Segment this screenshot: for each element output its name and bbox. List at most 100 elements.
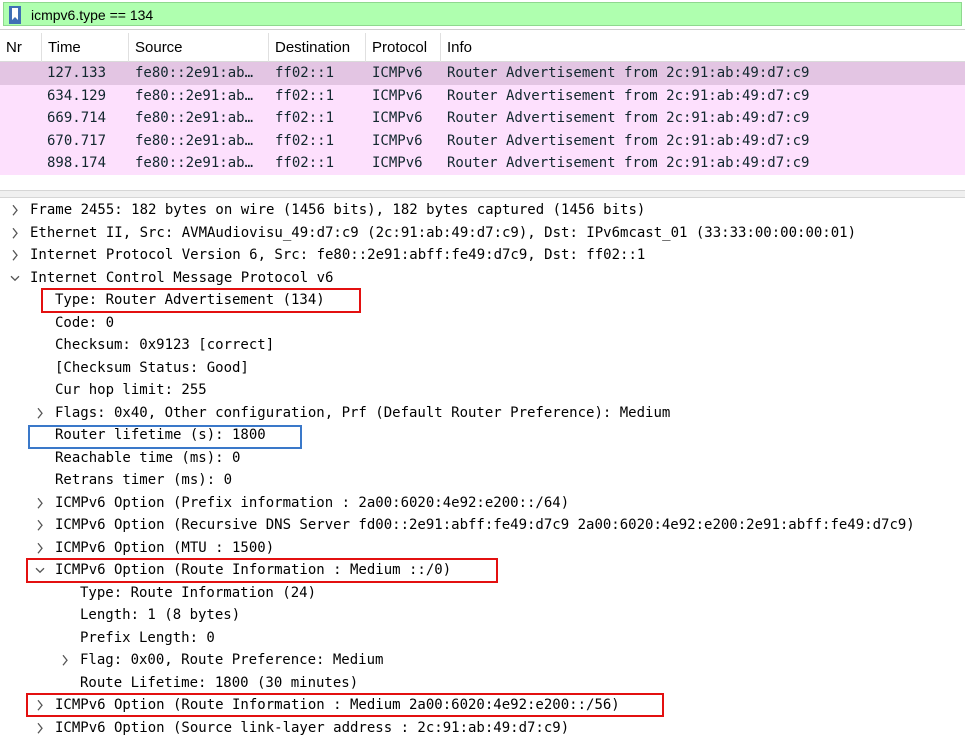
detail-row[interactable]: ICMPv6 Option (Prefix information : 2a00…	[0, 492, 965, 515]
packet-cell-protocol: ICMPv6	[372, 155, 423, 171]
packet-list-header: Nr Time Source Destination Protocol Info	[0, 33, 965, 62]
packet-cell-nr	[6, 107, 40, 130]
detail-text: Retrans timer (ms): 0	[55, 472, 233, 488]
detail-row[interactable]: Flag: 0x00, Route Preference: Medium	[0, 649, 965, 672]
packet-cell-protocol: ICMPv6	[372, 65, 423, 81]
column-header-info[interactable]: Info	[441, 33, 965, 62]
packet-cell-source: fe80::2e91:ab…	[135, 155, 254, 171]
highlight-router-lifetime-box	[28, 425, 302, 449]
packet-cell-time: 898.174	[47, 155, 107, 171]
packet-cell-source: fe80::2e91:ab…	[135, 87, 254, 104]
packet-row[interactable]: 634.129 fe80::2e91:ab… ff02::1 ICMPv6 Router…	[0, 84, 965, 108]
detail-text: ICMPv6 Option (Source link-layer address…	[55, 719, 570, 736]
chevron-right-icon[interactable]	[8, 222, 22, 245]
packet-cell-info: Router Advertisement from 2c:91:ab:49:d7…	[447, 110, 810, 126]
packet-cell-source: fe80::2e91:ab…	[135, 132, 254, 149]
detail-text: ICMPv6 Option (Recursive DNS Server fd00…	[55, 517, 915, 533]
packet-cell-source: fe80::2e91:ab…	[135, 65, 254, 81]
detail-text: Reachable time (ms): 0	[55, 449, 241, 466]
detail-row[interactable]: Frame 2455: 182 bytes on wire (1456 bits…	[0, 199, 965, 222]
chevron-right-icon[interactable]	[33, 717, 47, 740]
packet-cell-protocol: ICMPv6	[372, 132, 423, 149]
detail-text: Frame 2455: 182 bytes on wire (1456 bits…	[30, 202, 646, 218]
detail-row[interactable]: Route Lifetime: 1800 (30 minutes)	[0, 672, 965, 695]
detail-row[interactable]: ICMPv6 Option (MTU : 1500)	[0, 537, 965, 560]
chevron-right-icon[interactable]	[33, 537, 47, 560]
packet-cell-time: 669.714	[47, 110, 107, 126]
detail-row[interactable]: Type: Route Information (24)	[0, 582, 965, 605]
detail-row[interactable]: Flags: 0x40, Other configuration, Prf (D…	[0, 402, 965, 425]
column-header-protocol[interactable]: Protocol	[366, 33, 441, 62]
chevron-right-icon[interactable]	[33, 514, 47, 537]
detail-row[interactable]: Length: 1 (8 bytes)	[0, 604, 965, 627]
chevron-right-icon[interactable]	[33, 402, 47, 425]
packet-cell-nr	[6, 152, 40, 175]
chevron-right-icon[interactable]	[58, 649, 72, 672]
chevron-right-icon[interactable]	[33, 492, 47, 515]
detail-row[interactable]: [Checksum Status: Good]	[0, 357, 965, 380]
packet-cell-time: 127.133	[47, 65, 107, 81]
highlight-type-box	[41, 288, 361, 313]
detail-text: Code: 0	[55, 314, 115, 331]
packet-cell-destination: ff02::1	[275, 155, 335, 171]
detail-text: Internet Protocol Version 6, Src: fe80::…	[30, 247, 646, 263]
chevron-down-icon[interactable]	[8, 267, 22, 290]
detail-row[interactable]: Retrans timer (ms): 0	[0, 469, 965, 492]
detail-text: Ethernet II, Src: AVMAudiovisu_49:d7:c9 …	[30, 224, 857, 241]
detail-text: Checksum: 0x9123 [correct]	[55, 337, 275, 353]
column-header-nr[interactable]: Nr	[0, 33, 42, 62]
detail-row[interactable]: Prefix Length: 0	[0, 627, 965, 650]
detail-text: Prefix Length: 0	[80, 629, 215, 646]
detail-row[interactable]: Ethernet II, Src: AVMAudiovisu_49:d7:c9 …	[0, 222, 965, 245]
packet-cell-source: fe80::2e91:ab…	[135, 110, 254, 126]
packet-row[interactable]: 669.714 fe80::2e91:ab… ff02::1 ICMPv6 Router…	[0, 107, 965, 130]
detail-row[interactable]: ICMPv6 Option (Source link-layer address…	[0, 717, 965, 740]
chevron-right-icon[interactable]	[8, 199, 22, 222]
detail-row[interactable]: Internet Protocol Version 6, Src: fe80::…	[0, 244, 965, 267]
detail-text: ICMPv6 Option (MTU : 1500)	[55, 539, 275, 556]
display-filter-input[interactable]: icmpv6.type == 134	[3, 2, 962, 26]
detail-row[interactable]: Internet Control Message Protocol v6	[0, 267, 965, 290]
detail-text: Length: 1 (8 bytes)	[80, 607, 241, 623]
highlight-route-info-prefix-box	[26, 693, 664, 717]
detail-text: Cur hop limit: 255	[55, 382, 207, 398]
detail-text: [Checksum Status: Good]	[55, 359, 249, 376]
detail-text: ICMPv6 Option (Prefix information : 2a00…	[55, 494, 570, 511]
detail-text: Type: Route Information (24)	[80, 584, 317, 601]
column-header-source[interactable]: Source	[129, 33, 269, 62]
packet-cell-nr	[6, 62, 40, 85]
packet-cell-nr	[6, 85, 40, 108]
detail-row[interactable]: Reachable time (ms): 0	[0, 447, 965, 470]
filter-text: icmpv6.type == 134	[31, 7, 154, 23]
packet-cell-nr	[6, 130, 40, 153]
column-header-destination[interactable]: Destination	[269, 33, 366, 62]
packet-cell-info: Router Advertisement from 2c:91:ab:49:d7…	[447, 87, 810, 104]
detail-text: Route Lifetime: 1800 (30 minutes)	[80, 674, 359, 691]
display-filter-bar: icmpv6.type == 134	[0, 0, 965, 30]
packet-cell-destination: ff02::1	[275, 87, 335, 104]
detail-row[interactable]: Code: 0	[0, 312, 965, 335]
detail-text: Flag: 0x00, Route Preference: Medium	[80, 652, 384, 668]
packet-cell-destination: ff02::1	[275, 132, 335, 149]
bookmark-icon[interactable]	[9, 6, 21, 24]
detail-text: Flags: 0x40, Other configuration, Prf (D…	[55, 404, 671, 421]
packet-cell-info: Router Advertisement from 2c:91:ab:49:d7…	[447, 65, 810, 81]
column-header-time[interactable]: Time	[42, 33, 129, 62]
packet-cell-protocol: ICMPv6	[372, 87, 423, 104]
detail-row[interactable]: Checksum: 0x9123 [correct]	[0, 334, 965, 357]
packet-cell-destination: ff02::1	[275, 110, 335, 126]
detail-text: Internet Control Message Protocol v6	[30, 269, 334, 286]
packet-row[interactable]: 898.174 fe80::2e91:ab… ff02::1 ICMPv6 Router…	[0, 152, 965, 175]
detail-row[interactable]: Cur hop limit: 255	[0, 379, 965, 402]
packet-cell-protocol: ICMPv6	[372, 110, 423, 126]
highlight-route-info-default-box	[26, 558, 498, 583]
detail-row[interactable]: ICMPv6 Option (Recursive DNS Server fd00…	[0, 514, 965, 537]
packet-cell-time: 670.717	[47, 132, 107, 149]
packet-cell-destination: ff02::1	[275, 65, 335, 81]
packet-row[interactable]: 127.133 fe80::2e91:ab… ff02::1 ICMPv6 Router…	[0, 62, 965, 85]
pane-splitter[interactable]	[0, 190, 965, 198]
packet-cell-time: 634.129	[47, 87, 107, 104]
chevron-right-icon[interactable]	[8, 244, 22, 267]
packet-row[interactable]: 670.717 fe80::2e91:ab… ff02::1 ICMPv6 Router…	[0, 129, 965, 153]
packet-cell-info: Router Advertisement from 2c:91:ab:49:d7…	[447, 132, 810, 149]
